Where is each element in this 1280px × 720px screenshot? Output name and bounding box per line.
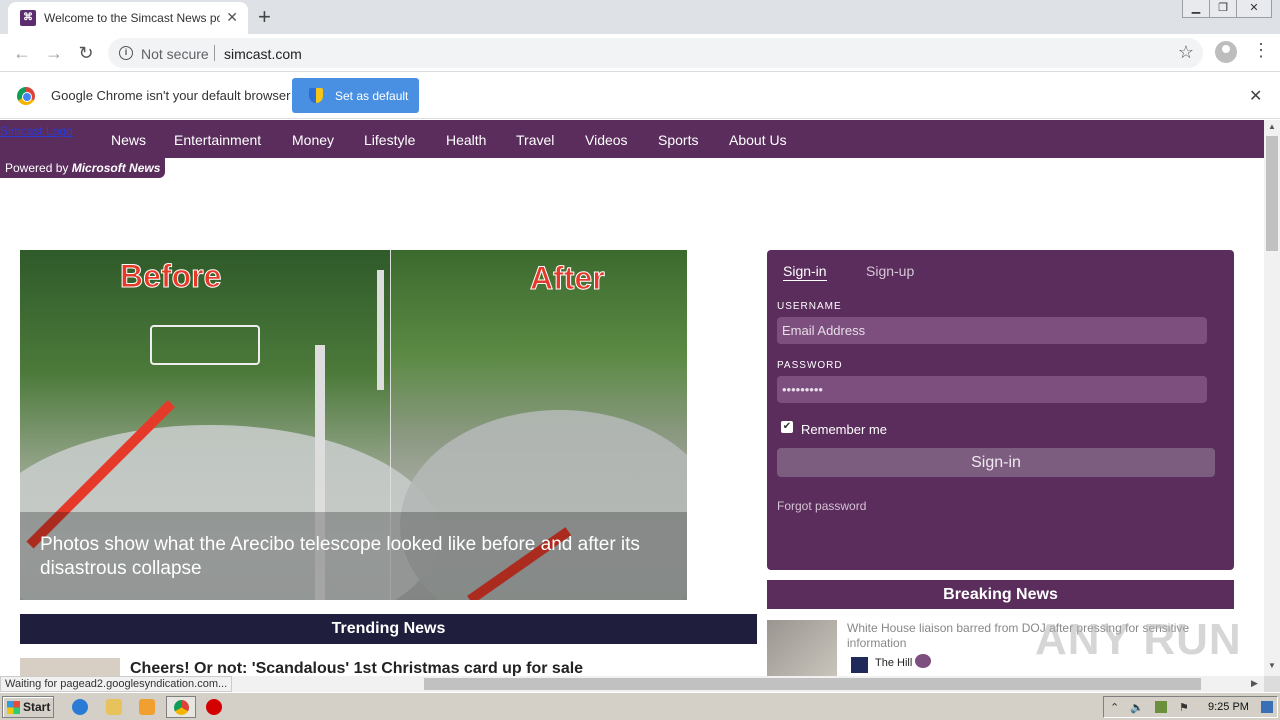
infobar-close-icon[interactable]: ✕ <box>1249 86 1262 106</box>
reload-icon[interactable]: ↻ <box>74 41 98 65</box>
new-tab-icon[interactable]: + <box>258 4 271 30</box>
close-tab-icon[interactable]: ✕ <box>226 9 238 26</box>
nav-travel[interactable]: Travel <box>516 132 554 148</box>
vertical-scrollbar[interactable]: ▲ ▼ <box>1264 120 1280 676</box>
show-desktop-icon[interactable] <box>1261 701 1273 713</box>
set-as-default-label: Set as default <box>335 89 409 103</box>
nav-sports[interactable]: Sports <box>658 132 698 148</box>
chrome-menu-icon[interactable]: ⋮ <box>1252 40 1270 61</box>
restore-icon[interactable]: ❐ <box>1209 0 1237 18</box>
scroll-right-icon[interactable]: ▶ <box>1251 678 1258 689</box>
nav-lifestyle[interactable]: Lifestyle <box>364 132 415 148</box>
tab-signin[interactable]: Sign-in <box>783 263 827 281</box>
infobar-message: Google Chrome isn't your default browser <box>51 88 291 103</box>
uac-shield-icon <box>309 88 323 103</box>
powered-by-badge: Powered by Microsoft News <box>0 158 166 178</box>
network-icon[interactable] <box>1155 701 1167 713</box>
password-input[interactable]: ••••••••• <box>777 376 1207 403</box>
browser-toolbar: ← → ↻ i Not secure simcast.com ☆ <box>0 34 1280 72</box>
scroll-up-icon[interactable]: ▲ <box>1268 122 1276 131</box>
close-window-icon[interactable]: ✕ <box>1236 0 1272 18</box>
breaking-source[interactable]: The Hill <box>875 657 912 669</box>
windows-taskbar: Start ⌃ 🔈 ⚑ 9:25 PM <box>0 692 1280 720</box>
signin-panel: Sign-in Sign-up USERNAME Email Address P… <box>767 250 1234 570</box>
comment-bubble-icon[interactable] <box>915 654 931 668</box>
breaking-thumbnail[interactable] <box>767 620 837 676</box>
profile-avatar-icon[interactable] <box>1215 41 1237 63</box>
nav-news[interactable]: News <box>111 132 146 148</box>
omnibox-separator <box>214 45 215 61</box>
telescope-platform-shape <box>150 325 260 365</box>
nav-about-us[interactable]: About Us <box>729 132 787 148</box>
signin-button[interactable]: Sign-in <box>777 448 1215 477</box>
trending-news-heading: Trending News <box>20 614 757 644</box>
default-browser-infobar: Google Chrome isn't your default browser… <box>0 72 1280 119</box>
status-bubble: Waiting for pagead2.googlesyndication.co… <box>0 676 233 692</box>
powered-brand: Microsoft News <box>71 161 161 175</box>
nav-money[interactable]: Money <box>292 132 334 148</box>
forward-icon[interactable]: → <box>42 41 66 65</box>
security-label: Not secure <box>141 46 209 62</box>
tab-title: Welcome to the Simcast News portal <box>44 11 220 25</box>
chrome-icon <box>174 700 189 715</box>
clock[interactable]: 9:25 PM <box>1208 701 1249 713</box>
url-text[interactable]: simcast.com <box>224 46 302 62</box>
action-center-flag-icon[interactable]: ⚑ <box>1179 701 1191 714</box>
vertical-scroll-thumb[interactable] <box>1266 136 1278 251</box>
tray-expand-icon[interactable]: ⌃ <box>1110 701 1122 714</box>
tab-signup[interactable]: Sign-up <box>866 263 914 279</box>
remember-me-label[interactable]: Remember me <box>801 422 887 437</box>
site-logo[interactable]: Simcast Logo <box>0 124 73 138</box>
nav-health[interactable]: Health <box>446 132 486 148</box>
hero-caption[interactable]: Photos show what the Arecibo telescope l… <box>40 533 660 581</box>
folder-icon[interactable] <box>106 699 122 715</box>
forgot-password-link[interactable]: Forgot password <box>777 499 866 513</box>
set-as-default-button[interactable]: Set as default <box>292 78 419 113</box>
browser-tab[interactable]: ⌘ Welcome to the Simcast News portal ✕ <box>8 2 248 34</box>
site-navbar: Simcast Logo News Entertainment Money Li… <box>0 120 1264 158</box>
trending-article-title[interactable]: Cheers! Or not: 'Scandalous' 1st Christm… <box>130 660 583 676</box>
trending-thumbnail[interactable] <box>20 658 120 676</box>
hero-after-label: After <box>530 260 606 297</box>
bookmark-star-icon[interactable]: ☆ <box>1178 42 1194 63</box>
nav-videos[interactable]: Videos <box>585 132 628 148</box>
page-content: Simcast Logo News Entertainment Money Li… <box>0 120 1264 676</box>
address-bar[interactable]: i Not secure simcast.com ☆ <box>108 38 1203 68</box>
scrollbar-corner <box>1264 676 1280 692</box>
volume-icon[interactable]: 🔈 <box>1130 701 1144 714</box>
media-player-icon[interactable] <box>139 699 155 715</box>
remember-me-checkbox[interactable]: ✔ <box>781 421 793 433</box>
horizontal-scroll-thumb[interactable] <box>424 678 1201 690</box>
minimize-icon[interactable]: ▁ <box>1182 0 1210 18</box>
scroll-down-icon[interactable]: ▼ <box>1268 661 1276 670</box>
username-label: USERNAME <box>777 301 842 312</box>
info-icon[interactable]: i <box>119 46 133 60</box>
chrome-logo-icon <box>17 87 35 105</box>
internet-explorer-icon[interactable] <box>72 699 88 715</box>
powered-prefix: Powered by <box>5 161 69 175</box>
start-button[interactable]: Start <box>2 696 54 718</box>
site-favicon-icon: ⌘ <box>20 10 36 26</box>
antivirus-icon[interactable] <box>206 699 222 715</box>
source-logo-icon <box>851 657 868 673</box>
username-input[interactable]: Email Address <box>777 317 1207 344</box>
hero-before-label: Before <box>119 258 222 295</box>
tab-strip: ⌘ Welcome to the Simcast News portal ✕ +… <box>0 0 1280 34</box>
hero-article-image[interactable]: Before After Photos show what the Arecib… <box>20 250 687 600</box>
back-icon[interactable]: ← <box>10 41 34 65</box>
password-label: PASSWORD <box>777 360 843 371</box>
breaking-news-heading: Breaking News <box>767 580 1234 609</box>
tower-shape <box>377 270 384 390</box>
nav-entertainment[interactable]: Entertainment <box>174 132 261 148</box>
anyrun-watermark: ANY RUN <box>1035 615 1242 664</box>
chrome-taskbar-button[interactable] <box>166 696 196 718</box>
